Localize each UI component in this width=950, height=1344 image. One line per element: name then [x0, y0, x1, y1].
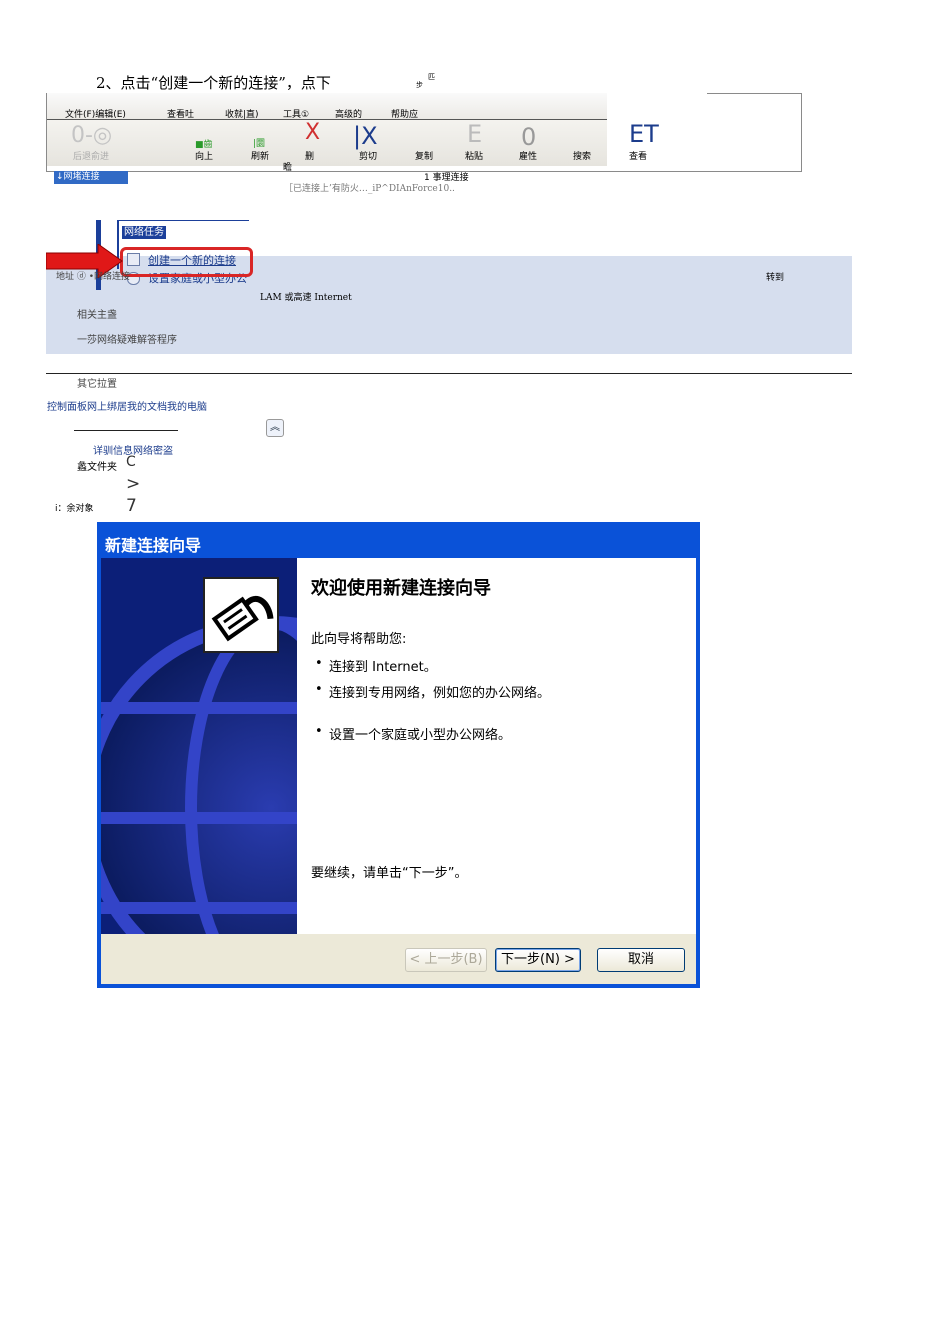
- side-letter-7: 7: [126, 496, 137, 516]
- new-connection-wizard: 新建连接向导 欢迎使用新建连接向导 此向导将帮助您: • 连接到 Interne…: [97, 522, 700, 988]
- step-instruction: 2、点击“创建一个新的连接”，点下: [96, 74, 331, 92]
- step-superscript-2: 匹: [428, 73, 435, 81]
- wizard-title: 新建连接向导: [105, 536, 202, 555]
- cancel-button[interactable]: 取消: [597, 948, 685, 972]
- explorer-window: 文件(F)编辑(E) 查看吐 收就|直) 工具① 高级的 帮助应 0-◎ 后退俞…: [46, 93, 802, 184]
- copy-label[interactable]: 复制: [415, 149, 433, 162]
- properties-label: 雇性: [519, 152, 538, 162]
- paste-icon[interactable]: E: [467, 120, 482, 148]
- up-label: 向上: [195, 152, 214, 162]
- paste-label: 粘贴: [465, 152, 484, 162]
- highlight-box: [120, 247, 253, 277]
- menu-favorites[interactable]: 收就|直): [225, 107, 259, 120]
- folder-label: 蠡文件夹: [77, 462, 117, 473]
- back-button[interactable]: < 上一步(B): [405, 948, 487, 972]
- refresh-label: 刷新: [251, 152, 270, 162]
- network-tasks-header: 网络任务: [122, 226, 166, 239]
- delete-icon[interactable]: X: [305, 120, 320, 145]
- other-places-links[interactable]: 控制面板网上绑居我的文档我的电脑: [47, 398, 207, 413]
- side-letter-gt: >: [126, 474, 141, 494]
- side-letter-c: C: [126, 454, 136, 470]
- properties-icon[interactable]: 0: [521, 123, 536, 151]
- menu-bar: 文件(F)编辑(E) 查看吐 收就|直) 工具① 高级的 帮助应: [47, 93, 607, 120]
- address-bar-text: 地址 ⓓ •网络连接: [56, 272, 131, 282]
- divider-short: [74, 430, 178, 431]
- objects-count: i：余对象: [55, 504, 94, 514]
- bullet-internet: 连接到 Internet。: [329, 660, 437, 675]
- back-forward-icon[interactable]: 0-◎: [71, 123, 112, 148]
- bullet-private-network: 连接到专用网络，例如您的办公网络。: [329, 686, 551, 701]
- views-icon[interactable]: ET: [629, 120, 659, 148]
- wizard-heading: 欢迎使用新建连接向导: [311, 578, 491, 599]
- globe-icon: [101, 558, 297, 934]
- bullet-dot: •: [315, 682, 323, 697]
- bullet-dot: •: [315, 656, 323, 671]
- bullet-home-network: 设置一个家庭或小型办公网络。: [329, 728, 512, 743]
- menu-advanced[interactable]: 高级的: [335, 107, 362, 120]
- search-label[interactable]: 搜索: [573, 149, 591, 162]
- wizard-footer: < 上一步(B) 下一步(N) > 取消: [101, 934, 696, 984]
- address-tab[interactable]: ↓网堵连接: [54, 171, 128, 184]
- back-forward-label: 后退俞进: [73, 152, 110, 162]
- extra-label: 瞻: [283, 163, 293, 173]
- other-places-heading: 其它拉置: [77, 379, 117, 390]
- delete-label: 删: [305, 152, 315, 162]
- lan-category: LAM 或高速 Internet: [260, 293, 352, 303]
- divider: [46, 373, 852, 374]
- cut-label: 剪切: [359, 152, 378, 162]
- goto-button[interactable]: 转到: [766, 270, 784, 283]
- next-button[interactable]: 下一步(N) >: [495, 948, 581, 972]
- views-label: 查看: [629, 152, 648, 162]
- status-line-2: ［已连接上’有防火…_iP^DIAnForce10..: [284, 184, 455, 194]
- step-superscript: 步: [416, 81, 423, 89]
- bullet-dot: •: [315, 724, 323, 739]
- collapse-chevron-icon[interactable]: ︽: [266, 419, 284, 437]
- menu-help[interactable]: 帮助应: [391, 107, 418, 120]
- wizard-intro: 此向导将帮助您:: [311, 632, 407, 647]
- refresh-icon[interactable]: |圜: [253, 136, 265, 149]
- menu-file-edit[interactable]: 文件(F)编辑(E): [65, 107, 126, 120]
- cut-icon[interactable]: |X: [353, 122, 378, 150]
- menu-view[interactable]: 查看吐: [167, 107, 194, 120]
- wizard-body: 欢迎使用新建连接向导 此向导将帮助您: • 连接到 Internet。 • 连接…: [101, 558, 696, 934]
- wizard-globe-panel: [101, 558, 297, 934]
- troubleshooter-link[interactable]: 一莎网络疑难解答程序: [77, 331, 177, 346]
- menu-tools[interactable]: 工具①: [283, 107, 309, 120]
- related-topics-heading: 相关主盏: [77, 310, 117, 321]
- wizard-continue-text: 要继续，请单击“下一步”。: [311, 866, 468, 881]
